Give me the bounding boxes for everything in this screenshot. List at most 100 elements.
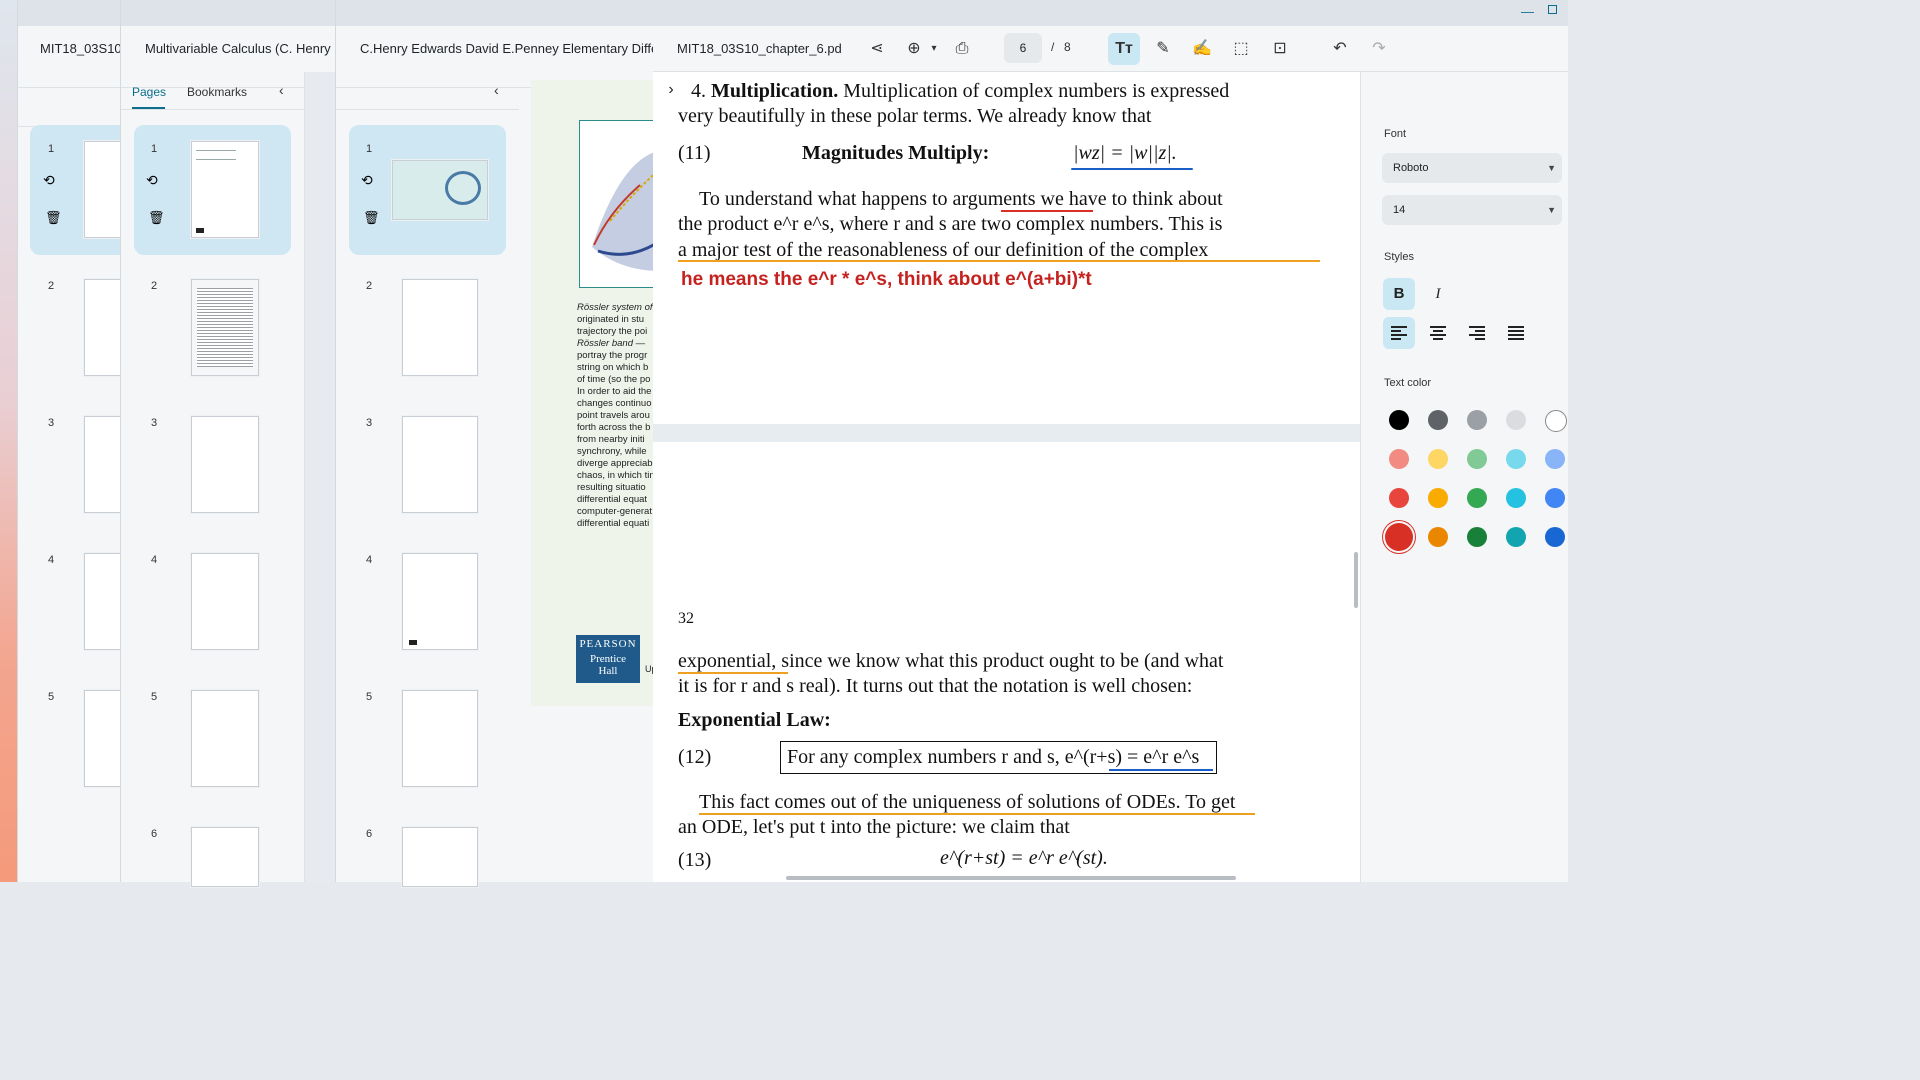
screenshot-icon[interactable]: ⊡ <box>1269 38 1291 60</box>
page-thumbnail[interactable] <box>84 553 124 650</box>
page-thumbnail[interactable] <box>191 553 259 650</box>
italic-button[interactable]: I <box>1422 278 1454 310</box>
color-swatch[interactable] <box>1428 527 1448 547</box>
expand-sidebar-icon[interactable]: › <box>657 76 685 104</box>
print-icon[interactable]: ⎙ <box>951 38 973 60</box>
trash-icon[interactable]: 🗑 <box>45 210 62 226</box>
color-swatch[interactable] <box>1506 527 1526 547</box>
color-swatch[interactable] <box>1545 527 1565 547</box>
align-justify-button[interactable] <box>1500 317 1532 349</box>
draw-icon[interactable]: ✎ <box>1152 38 1174 60</box>
page-thumbnail[interactable] <box>84 279 124 376</box>
minimize-icon[interactable]: — <box>1521 4 1534 19</box>
titlebar[interactable] <box>121 0 335 26</box>
text-annotation[interactable]: he means the e^r * e^s, think about e^(a… <box>681 269 1092 291</box>
page-thumbnail[interactable] <box>402 690 478 787</box>
collapse-sidebar-icon[interactable]: ‹ <box>279 82 284 98</box>
share-icon[interactable]: ⋖ <box>866 38 888 60</box>
rotate-icon[interactable]: ⟲ <box>361 172 373 189</box>
color-swatch[interactable] <box>1389 449 1409 469</box>
doc-line: 4. Multiplication. Multiplication of com… <box>691 80 1229 103</box>
redo-icon[interactable]: ↷ <box>1368 38 1390 60</box>
page-thumbnail[interactable] <box>191 416 259 513</box>
tab-underline <box>132 107 165 109</box>
color-swatch[interactable] <box>1467 527 1487 547</box>
blue-underline-annotation[interactable] <box>1071 168 1193 170</box>
bold-button[interactable]: B <box>1383 278 1415 310</box>
color-swatch[interactable] <box>1545 449 1565 469</box>
titlebar[interactable] <box>18 0 120 26</box>
equation-number: (12) <box>678 746 712 768</box>
page-thumbnail[interactable] <box>392 160 488 220</box>
font-size-select[interactable]: 14 ▼ <box>1382 195 1562 225</box>
thumb-logo <box>409 640 417 645</box>
color-swatch[interactable] <box>1545 410 1567 432</box>
color-swatch[interactable] <box>1467 488 1487 508</box>
align-left-icon <box>1391 326 1407 340</box>
page-number-input[interactable]: 6 <box>1004 33 1042 63</box>
page-thumbnail[interactable] <box>402 416 478 513</box>
tab-bookmarks[interactable]: Bookmarks <box>187 85 247 99</box>
zoom-dropdown-icon[interactable]: ▾ <box>923 38 945 60</box>
page-number: 1 <box>48 143 55 155</box>
titlebar[interactable] <box>336 0 653 26</box>
trash-icon[interactable]: 🗑 <box>363 210 380 226</box>
align-center-button[interactable] <box>1422 317 1454 349</box>
color-swatch[interactable] <box>1506 410 1526 430</box>
color-swatch[interactable] <box>1545 488 1565 508</box>
page-thumbnail[interactable] <box>191 827 259 887</box>
rotate-icon[interactable]: ⟲ <box>146 172 158 189</box>
page-thumbnail[interactable] <box>84 690 124 787</box>
zoom-icon[interactable]: ⊕ <box>903 38 925 60</box>
page-thumbnail[interactable] <box>84 141 124 238</box>
page-thumbnail[interactable] <box>191 279 259 376</box>
window-chapter6[interactable]: — MIT18_03S10_chapter_6.pd ⋖ ⊕ ▾ ⎙ 6 / 8… <box>653 0 1568 882</box>
page-thumbnail[interactable] <box>402 279 478 376</box>
doc-line: very beautifully in these polar terms. W… <box>678 105 1152 127</box>
caption-line: resulting situatio <box>577 482 646 493</box>
tab-pages[interactable]: Pages <box>132 85 166 99</box>
undo-icon[interactable]: ↶ <box>1329 38 1351 60</box>
rotate-icon[interactable]: ⟲ <box>43 172 55 189</box>
maximize-icon[interactable] <box>1548 5 1557 14</box>
orange-underline-annotation[interactable] <box>699 813 1255 815</box>
color-swatch[interactable] <box>1506 449 1526 469</box>
color-swatch[interactable] <box>1428 488 1448 508</box>
window-elementary-de[interactable]: C.Henry Edwards David E.Penney Elementar… <box>335 0 661 887</box>
horizontal-scrollbar[interactable] <box>786 876 1236 880</box>
caption-line: diverge appreciab <box>577 458 653 469</box>
orange-underline-annotation[interactable] <box>678 672 788 674</box>
color-swatch[interactable] <box>1467 410 1487 430</box>
orange-underline-annotation[interactable] <box>678 260 1320 262</box>
blue-underline-annotation[interactable] <box>1109 769 1213 771</box>
color-swatch[interactable] <box>1428 410 1448 430</box>
color-swatch[interactable] <box>1467 449 1487 469</box>
page-thumbnail[interactable] <box>84 416 124 513</box>
window-chapter6-back[interactable]: MIT18_03S10_chapter_6.pdf 1 ⟲ 🗑 2 3 4 5 <box>17 0 130 882</box>
caption-line: portray the progr <box>577 350 648 361</box>
collapse-sidebar-icon[interactable]: ‹ <box>494 82 499 98</box>
align-right-button[interactable] <box>1461 317 1493 349</box>
text-tool-icon[interactable]: Tт <box>1108 33 1140 65</box>
page-number: 5 <box>48 691 55 703</box>
color-swatch[interactable] <box>1385 523 1413 551</box>
font-family-select[interactable]: Roboto ▼ <box>1382 153 1562 183</box>
window-multivariable-calculus[interactable]: Multivariable Calculus (C. Henry Edwards… <box>120 0 336 887</box>
color-swatch[interactable] <box>1389 410 1409 430</box>
document-title: MIT18_03S10_chapter_6.pd <box>677 41 842 56</box>
align-left-button[interactable] <box>1383 317 1415 349</box>
color-swatch[interactable] <box>1428 449 1448 469</box>
select-area-icon[interactable]: ⬚ <box>1230 38 1252 60</box>
red-underline-annotation[interactable] <box>1001 210 1093 212</box>
page-thumbnail[interactable] <box>402 827 478 887</box>
page-thumbnail[interactable] <box>402 553 478 650</box>
page-thumbnail[interactable] <box>191 141 259 238</box>
document-viewer[interactable]: › 4. Multiplication. Multiplication of c… <box>653 72 1360 882</box>
vertical-scrollbar[interactable] <box>1354 552 1358 608</box>
titlebar[interactable]: — <box>653 0 1568 26</box>
trash-icon[interactable]: 🗑 <box>148 210 165 226</box>
color-swatch[interactable] <box>1389 488 1409 508</box>
signature-icon[interactable]: ✍ <box>1191 38 1213 60</box>
page-thumbnail[interactable] <box>191 690 259 787</box>
color-swatch[interactable] <box>1506 488 1526 508</box>
